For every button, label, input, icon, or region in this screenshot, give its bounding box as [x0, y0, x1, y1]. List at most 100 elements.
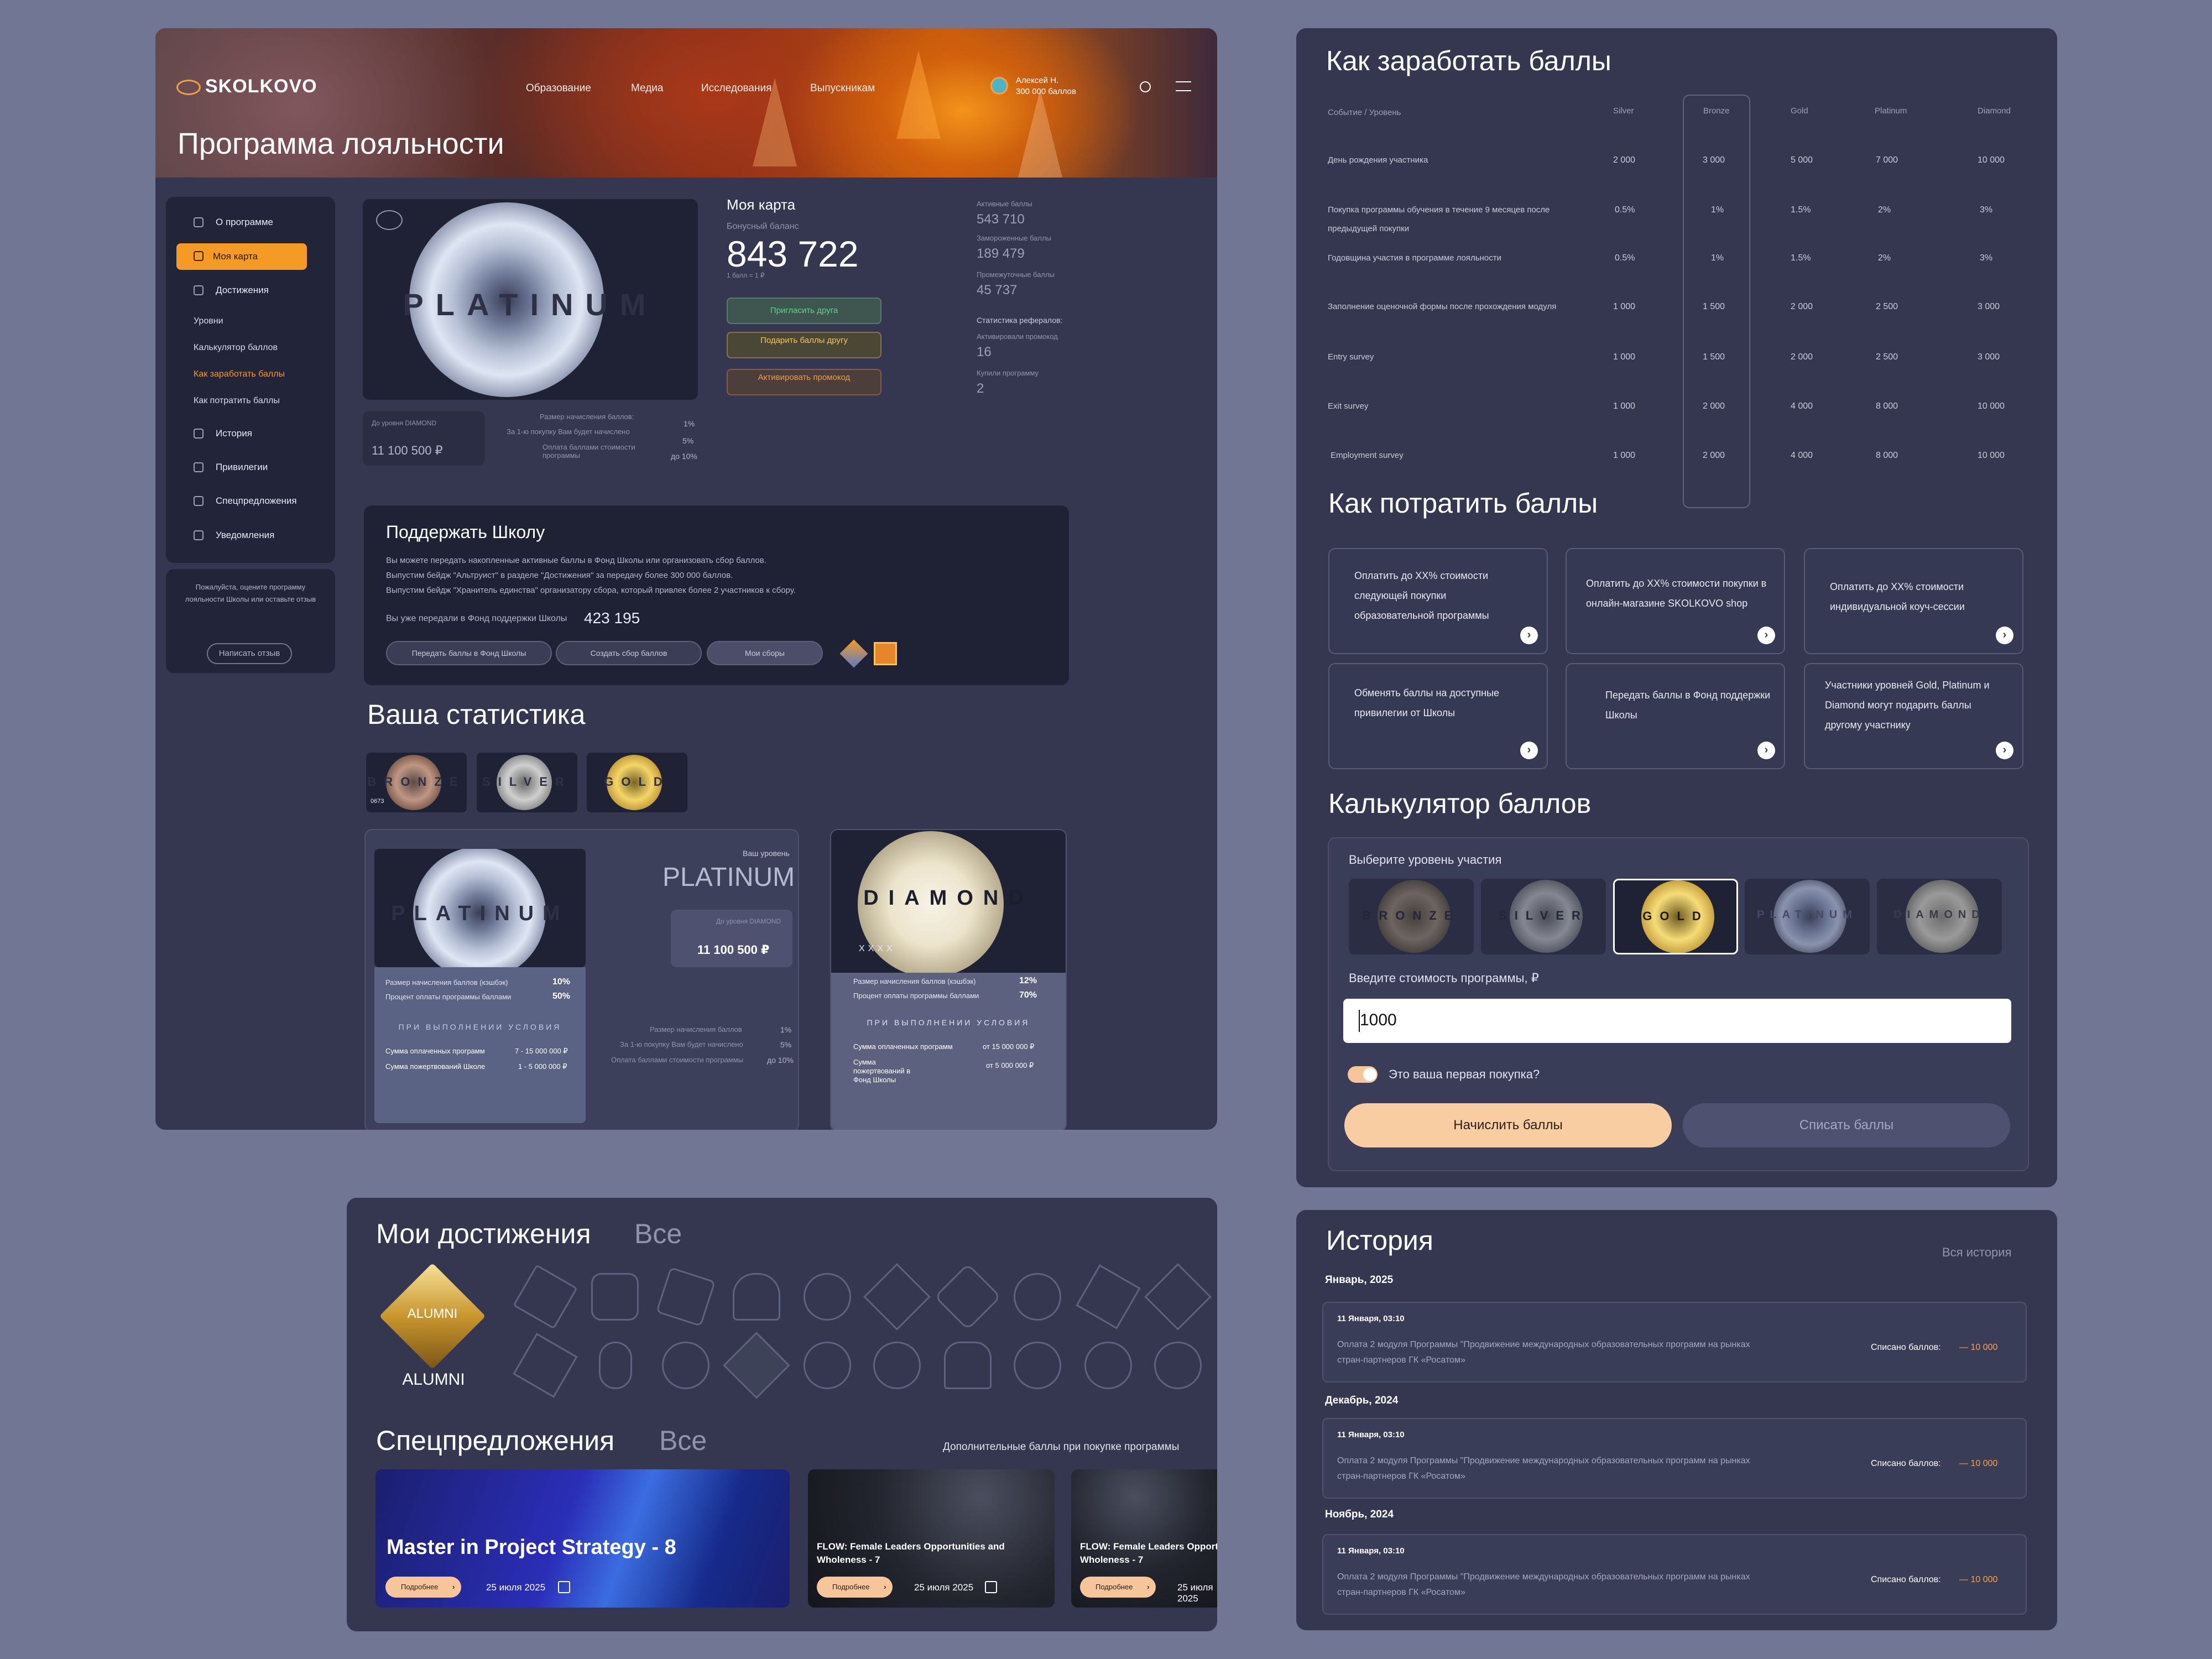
- next-level-card: DIAMOND XXXX Размер начисления баллов (к…: [830, 829, 1067, 1130]
- smile-badge-icon[interactable]: [662, 1342, 709, 1389]
- sidebar-item-about[interactable]: О программе: [216, 217, 273, 228]
- offer-card[interactable]: Master in Project Strategy - 8 Подробнее…: [375, 1469, 790, 1608]
- my-collections-button[interactable]: Мои сборы: [707, 641, 823, 665]
- heart-diamond-badge-icon[interactable]: [723, 1332, 790, 1399]
- nav-alumni[interactable]: Выпускникам: [810, 82, 875, 95]
- five-badge-icon[interactable]: [513, 1333, 578, 1398]
- crystal-decor: [1018, 89, 1062, 178]
- sidebar-item-offers[interactable]: Спецпредложения: [216, 495, 297, 507]
- number-badge-icon[interactable]: [1076, 1264, 1141, 1329]
- level-option-silver[interactable]: SILVER: [1481, 879, 1606, 954]
- nav-education[interactable]: Образование: [526, 82, 591, 95]
- offer-card[interactable]: FLOW: Female Leaders Opportunities and W…: [808, 1469, 1055, 1608]
- sidebar-item-notifications[interactable]: Уведомления: [216, 530, 274, 541]
- spend-card-text: Передать баллы в Фонд поддержки Школы: [1605, 690, 1771, 721]
- badge-bronze[interactable]: BRONZE 0673: [366, 753, 467, 812]
- orbit-badge-icon[interactable]: [1084, 1342, 1132, 1389]
- referral-bought-value: 2: [977, 381, 984, 396]
- first-purchase-toggle[interactable]: [1348, 1066, 1378, 1083]
- offer-more-button[interactable]: Подробнее: [817, 1577, 893, 1598]
- menu-icon[interactable]: [1176, 81, 1191, 91]
- sidebar-sub-calculator[interactable]: Калькулятор баллов: [194, 343, 278, 353]
- spend-card-text: Обменять баллы на доступные привилегии о…: [1354, 687, 1500, 718]
- transfer-to-fund-button[interactable]: Передать баллы в Фонд Школы: [386, 641, 552, 665]
- invite-friend-button[interactable]: Пригласить друга: [727, 298, 881, 324]
- create-collection-button[interactable]: Создать сбор баллов: [556, 641, 702, 665]
- emblem-badge-icon[interactable]: [591, 1273, 639, 1321]
- level-option-diamond[interactable]: DIAMOND: [1877, 879, 2002, 954]
- ribbon-badge-icon[interactable]: [1144, 1263, 1212, 1331]
- sidebar-sub-spend[interactable]: Как потратить баллы: [194, 396, 280, 406]
- badge-silver[interactable]: SILVER: [477, 753, 577, 812]
- row-label: Годовщина участия в программе лояльности: [1328, 253, 1501, 263]
- level-option-platinum[interactable]: PLATINUM: [1745, 879, 1870, 954]
- handshake-badge-icon[interactable]: [873, 1342, 921, 1389]
- spiral-badge-icon[interactable]: [804, 1273, 851, 1321]
- level-option-gold[interactable]: GOLD: [1613, 879, 1738, 954]
- letter-badge-icon[interactable]: [804, 1342, 851, 1389]
- offer-more-button[interactable]: Подробнее: [1080, 1577, 1156, 1598]
- double-heart-badge-icon[interactable]: [934, 1263, 1001, 1331]
- history-item[interactable]: 11 Января, 03:10 Оплата 2 модуля Програм…: [1322, 1302, 2027, 1383]
- achievements-all-link[interactable]: Все: [634, 1218, 682, 1250]
- sidebar-sub-earn[interactable]: Как заработать баллы: [194, 369, 285, 379]
- cost-input[interactable]: 1000: [1343, 999, 2011, 1043]
- card-number: XXXX: [859, 944, 896, 953]
- arrow-right-icon[interactable]: ›: [1996, 627, 2013, 644]
- pentagon-badge-icon[interactable]: [655, 1266, 716, 1327]
- condition-value: 7 - 15 000 000 ₽: [515, 1047, 568, 1055]
- arrow-right-icon[interactable]: ›: [1757, 627, 1775, 644]
- to-level-label: До уровня DIAMOND: [716, 917, 781, 925]
- accrue-points-button[interactable]: Начислить баллы: [1344, 1103, 1672, 1147]
- clock-badge-icon[interactable]: [1014, 1342, 1061, 1389]
- platinum-info: Размер начисления баллов (кэшбэк) 10% Пр…: [374, 967, 586, 1123]
- spend-card[interactable]: Оплатить до XX% стоимости покупки в онла…: [1566, 548, 1785, 654]
- offer-more-button[interactable]: Подробнее: [385, 1577, 462, 1598]
- user-avatar[interactable]: [990, 77, 1008, 95]
- spend-card[interactable]: Оплатить до XX% стоимости индивидуальной…: [1804, 548, 2023, 654]
- nav-research[interactable]: Исследования: [701, 82, 771, 95]
- diamond-heart-badge-icon[interactable]: [863, 1263, 931, 1331]
- spend-card[interactable]: Передать баллы в Фонд поддержки Школы ›: [1566, 663, 1785, 769]
- history-all-link[interactable]: Вся история: [1942, 1245, 2012, 1260]
- spend-card[interactable]: Обменять баллы на доступные привилегии о…: [1328, 663, 1548, 769]
- cell: 2 500: [1876, 302, 1898, 311]
- arrow-right-icon[interactable]: ›: [1520, 627, 1538, 644]
- sidebar-item-privileges[interactable]: Привилегии: [216, 462, 268, 473]
- sidebar-item-mycard[interactable]: Моя карта: [176, 243, 307, 270]
- hand-badge-icon[interactable]: [944, 1342, 992, 1389]
- hexagon-badge-icon[interactable]: [513, 1264, 578, 1329]
- search-icon[interactable]: [1140, 81, 1151, 92]
- sidebar-item-history[interactable]: История: [216, 428, 252, 439]
- row-label: Покупка программы обучения в течение 9 м…: [1328, 205, 1550, 233]
- cost-label: Введите стоимость программы, ₽: [1349, 971, 1539, 985]
- cell: 10 000: [1978, 451, 2005, 460]
- nav-media[interactable]: Медиа: [631, 82, 663, 95]
- arrow-right-icon[interactable]: ›: [1520, 742, 1538, 759]
- text-cursor: [1359, 1010, 1360, 1032]
- arrow-right-icon[interactable]: ›: [1996, 742, 2013, 759]
- arrow-right-icon[interactable]: ›: [1757, 742, 1775, 759]
- offers-all-link[interactable]: Все: [659, 1425, 707, 1457]
- spend-card[interactable]: Участники уровней Gold, Platinum и Diamo…: [1804, 663, 2023, 769]
- write-review-button[interactable]: Написать отзыв: [207, 643, 292, 664]
- heart-badge-icon[interactable]: [733, 1273, 780, 1321]
- gift-points-button[interactable]: Подарить баллы другу: [727, 332, 881, 358]
- offer-card[interactable]: FLOW: Female Leaders Opportunities and W…: [1071, 1469, 1217, 1608]
- rate-value: 1%: [684, 419, 695, 428]
- activate-promo-button[interactable]: Активировать промокод: [727, 369, 881, 395]
- history-item[interactable]: 11 Января, 03:10 Оплата 2 модуля Програм…: [1322, 1418, 2027, 1499]
- level-option-bronze[interactable]: BRONZE: [1349, 879, 1474, 954]
- sidebar-item-achievements[interactable]: Достижения: [216, 285, 269, 296]
- badge-gold[interactable]: GOLD: [587, 753, 687, 812]
- spend-card[interactable]: Оплатить до XX% стоимости следующей поку…: [1328, 548, 1548, 654]
- condition-value: от 15 000 000 ₽: [983, 1042, 1035, 1051]
- triangle-badge-icon[interactable]: [1154, 1342, 1202, 1389]
- history-item[interactable]: 11 Января, 03:10 Оплата 2 модуля Програм…: [1322, 1534, 2027, 1615]
- skolkovo-logo[interactable]: SKOLKOVO: [176, 76, 317, 97]
- your-level-label: Ваш уровень: [743, 849, 790, 858]
- sidebar-sub-levels[interactable]: Уровни: [194, 316, 223, 326]
- oval-badge-icon[interactable]: [599, 1342, 632, 1389]
- spend-points-button[interactable]: Списать баллы: [1683, 1103, 2010, 1147]
- target-badge-icon[interactable]: [1014, 1273, 1061, 1321]
